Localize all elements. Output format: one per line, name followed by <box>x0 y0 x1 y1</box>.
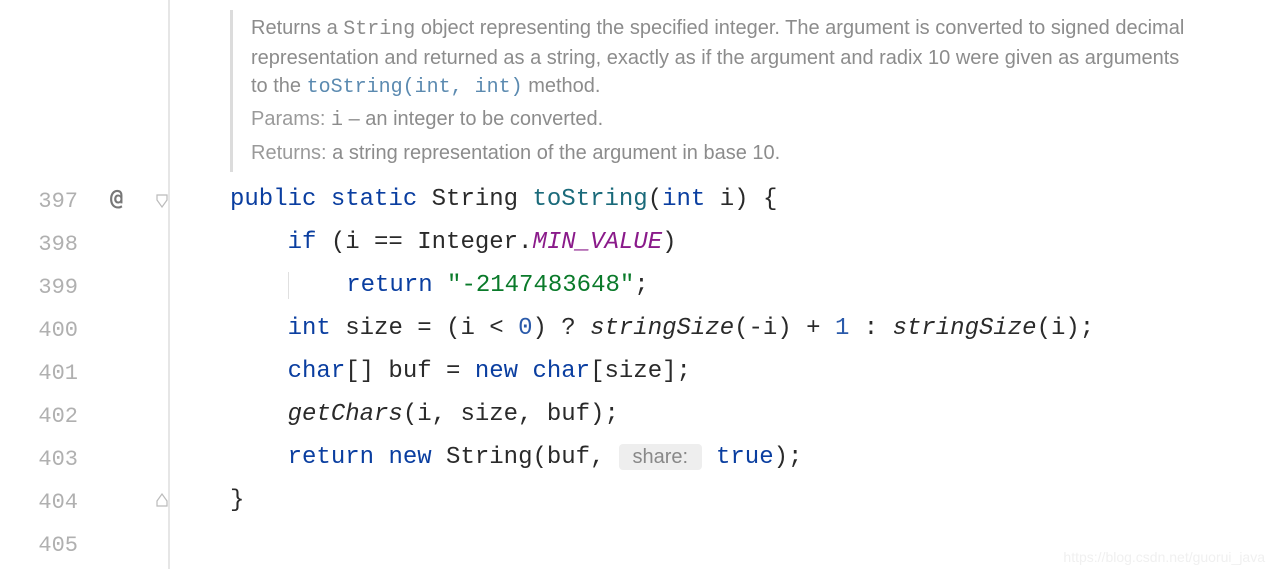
keyword: true <box>716 444 774 471</box>
keyword: int <box>288 315 331 342</box>
code-text: [] buf = <box>345 358 475 385</box>
doc-param-desc: an integer to be converted. <box>365 108 603 130</box>
punct: ; <box>634 272 648 299</box>
doc-text: Returns a <box>251 17 343 39</box>
code-text: ); <box>774 444 803 471</box>
code-line[interactable]: getChars(i, size, buf); <box>170 393 1277 436</box>
method-call: stringSize <box>893 315 1037 342</box>
line-number[interactable]: 398 <box>0 223 168 266</box>
doc-returns-desc: a string representation of the argument … <box>332 142 780 164</box>
code-text: [size]; <box>590 358 691 385</box>
doc-params-label: Params: <box>251 108 325 130</box>
code-line[interactable]: int size = (i < 0) ? stringSize(-i) + 1 … <box>170 307 1277 350</box>
keyword: char <box>532 358 590 385</box>
javadoc-params: Params: i – an integer to be converted. <box>251 104 1190 136</box>
parameter-hint: share: <box>619 444 702 470</box>
type: String <box>432 186 518 213</box>
javadoc-returns: Returns: a string representation of the … <box>251 138 1190 168</box>
code-text: size = (i < <box>331 315 518 342</box>
space <box>518 358 532 385</box>
punct: ) <box>662 229 676 256</box>
code-text: (i == Integer. <box>316 229 532 256</box>
code-text: : <box>849 315 892 342</box>
punct: ) <box>734 186 748 213</box>
line-number[interactable]: 399 <box>0 266 168 309</box>
keyword: new <box>388 444 431 471</box>
keyword: int <box>662 186 705 213</box>
constant: MIN_VALUE <box>532 229 662 256</box>
method-call: getChars <box>288 401 403 428</box>
code-text: (i); <box>1037 315 1095 342</box>
fold-close-icon[interactable] <box>154 489 170 515</box>
method-call: stringSize <box>590 315 734 342</box>
punct: ( <box>648 186 662 213</box>
doc-param-name: i <box>331 109 343 132</box>
code-text: ) ? <box>532 315 590 342</box>
line-number[interactable]: 400 <box>0 309 168 352</box>
code-line[interactable]: public static String toString(int i) { <box>170 178 1277 221</box>
doc-text: method. <box>523 75 601 97</box>
line-number[interactable]: 403 <box>0 438 168 481</box>
code-area[interactable]: Returns a String object representing the… <box>170 0 1277 569</box>
code-line[interactable]: return new String(buf, share: true); <box>170 436 1277 479</box>
keyword: return <box>288 444 374 471</box>
code-text: (-i) + <box>734 315 835 342</box>
line-number[interactable]: 404 <box>0 481 168 524</box>
doc-link[interactable]: toString(int, int) <box>307 76 523 99</box>
keyword: return <box>346 272 432 299</box>
keyword: public <box>230 186 316 213</box>
line-number[interactable]: 405 <box>0 524 168 567</box>
number: 1 <box>835 315 849 342</box>
javadoc-block: Returns a String object representing the… <box>230 10 1190 172</box>
number: 0 <box>518 315 532 342</box>
javadoc-description: Returns a String object representing the… <box>251 14 1190 102</box>
line-number[interactable]: 397 <box>0 180 168 223</box>
code-text: (i, size, buf); <box>403 401 619 428</box>
keyword: char <box>288 358 346 385</box>
keyword: new <box>475 358 518 385</box>
line-number[interactable]: 401 <box>0 352 168 395</box>
doc-type-ref: String <box>343 18 415 41</box>
code-line[interactable]: if (i == Integer.MIN_VALUE) <box>170 221 1277 264</box>
code-line[interactable]: } <box>170 479 1277 522</box>
space <box>433 272 447 299</box>
punct: } <box>230 487 244 514</box>
keyword: static <box>331 186 417 213</box>
override-icon[interactable]: @ <box>110 186 123 211</box>
code-editor: @ 397 398 399 400 401 402 403 404 405 Re… <box>0 0 1277 569</box>
punct: { <box>749 186 778 213</box>
method-name: toString <box>532 186 647 213</box>
string-literal: "-2147483648" <box>447 272 634 299</box>
code-line[interactable]: char[] buf = new char[size]; <box>170 350 1277 393</box>
watermark: https://blog.csdn.net/guorui_java <box>1063 549 1265 565</box>
code-text: String(buf, <box>432 444 619 471</box>
doc-sep: – <box>343 108 365 130</box>
gutter: @ 397 398 399 400 401 402 403 404 405 <box>0 0 170 569</box>
keyword: if <box>288 229 317 256</box>
line-number[interactable]: 402 <box>0 395 168 438</box>
fold-open-icon[interactable] <box>154 188 170 214</box>
code-line[interactable]: return "-2147483648"; <box>170 264 1277 307</box>
doc-returns-label: Returns: <box>251 142 327 164</box>
param: i <box>705 186 734 213</box>
space <box>374 444 388 471</box>
